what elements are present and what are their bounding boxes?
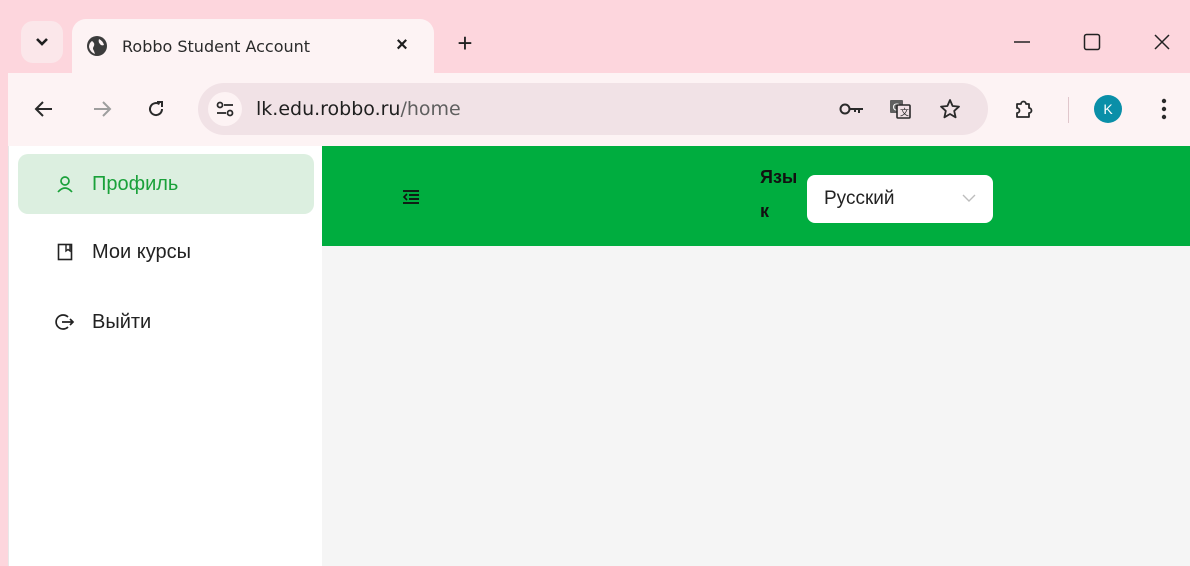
sidebar-item-label: Профиль [92, 172, 179, 195]
more-vertical-icon [1161, 98, 1167, 120]
address-bar[interactable]: lk.edu.robbo.ru/home G文 [198, 83, 988, 135]
app-header: Язык Русский [322, 146, 1190, 246]
sidebar-item-profile[interactable]: Профиль [18, 154, 314, 214]
site-info-button[interactable] [208, 92, 242, 126]
sidebar-item-label: Мои курсы [92, 240, 191, 263]
sidebar-collapse-button[interactable] [400, 187, 422, 207]
web-page: Профиль Мои курсы Выйти Язык Русский [8, 146, 1190, 566]
url-path: /home [400, 98, 461, 120]
tab-title: Robbo Student Account [122, 36, 311, 56]
logout-icon [54, 311, 76, 333]
extensions-button[interactable] [1006, 91, 1042, 127]
minimize-button[interactable] [1002, 24, 1042, 60]
language-select-value: Русский [824, 188, 895, 209]
book-icon [54, 241, 76, 263]
close-window-button[interactable] [1142, 24, 1182, 60]
toolbar-divider [1068, 97, 1069, 123]
maximize-icon [1083, 33, 1101, 51]
main-content [322, 246, 1190, 566]
password-key-button[interactable] [838, 95, 866, 123]
translate-icon: G文 [890, 100, 911, 119]
puzzle-icon [1016, 100, 1033, 118]
browser-menu-button[interactable] [1146, 91, 1182, 127]
chevron-down-icon [962, 194, 976, 202]
language-label: Язык [760, 167, 798, 221]
language-select[interactable]: Русский [807, 175, 993, 223]
user-icon [54, 173, 76, 195]
arrow-right-icon [94, 101, 112, 117]
url-text[interactable]: lk.edu.robbo.ru/home [256, 98, 461, 120]
minimize-icon [1014, 41, 1030, 43]
forward-button[interactable] [84, 91, 120, 127]
sidebar-item-label: Выйти [92, 310, 152, 333]
translate-button[interactable]: G文 [886, 95, 914, 123]
maximize-button[interactable] [1072, 24, 1112, 60]
reload-button[interactable] [138, 91, 174, 127]
browser-toolbar: lk.edu.robbo.ru/home G文 K [8, 73, 1190, 146]
reload-icon [149, 101, 164, 117]
arrow-left-icon [34, 101, 52, 117]
sidebar: Профиль Мои курсы Выйти [9, 146, 322, 566]
svg-text:文: 文 [900, 107, 909, 119]
new-tab-button[interactable]: + [450, 28, 480, 58]
browser-tab-active[interactable]: Robbo Student Account × [72, 19, 434, 73]
star-icon [940, 99, 960, 119]
profile-button[interactable]: K [1090, 91, 1126, 127]
globe-icon [86, 35, 108, 57]
back-button[interactable] [26, 91, 62, 127]
menu-fold-icon [402, 190, 419, 204]
close-tab-icon[interactable]: × [390, 33, 414, 57]
url-host: lk.edu.robbo.ru [256, 98, 401, 120]
sidebar-item-my-courses[interactable]: Мои курсы [18, 222, 314, 282]
tune-icon [216, 101, 234, 117]
avatar: K [1094, 95, 1122, 123]
key-icon [839, 103, 863, 115]
chevron-down-icon [36, 38, 48, 46]
browser-tab-strip: Robbo Student Account × + lk.edu.robbo.r… [0, 0, 1190, 146]
tab-search-button[interactable] [21, 21, 63, 63]
sidebar-item-logout[interactable]: Выйти [18, 292, 314, 352]
bookmark-star-button[interactable] [936, 95, 964, 123]
close-icon [1154, 34, 1170, 50]
